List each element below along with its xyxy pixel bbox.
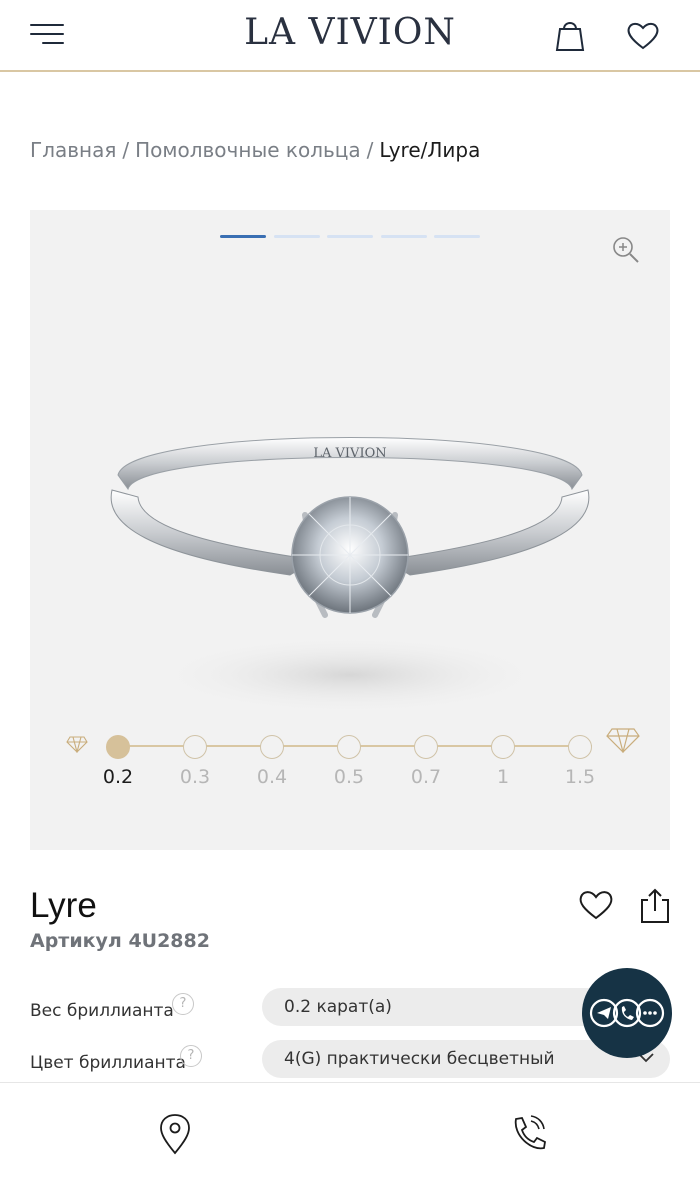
question-icon[interactable]: ? xyxy=(172,993,194,1015)
slide-dot[interactable] xyxy=(327,235,373,238)
diamond-color-label: Цвет бриллианта xyxy=(30,1053,186,1073)
carat-label: 1 xyxy=(496,766,510,788)
location-pin-icon[interactable] xyxy=(155,1113,195,1157)
shopping-bag-icon[interactable] xyxy=(550,16,590,56)
carat-option-0-7[interactable] xyxy=(414,735,438,759)
chat-button[interactable] xyxy=(582,968,672,1058)
slide-dot[interactable] xyxy=(381,235,427,238)
diamond-color-value: 4(G) практически бесцветный xyxy=(284,1049,555,1069)
breadcrumb-separator: / xyxy=(366,138,374,162)
ring-image: LA VIVION xyxy=(110,437,590,715)
carat-option-0-3[interactable] xyxy=(183,735,207,759)
phone-icon[interactable] xyxy=(507,1113,547,1157)
ring-engraving: LA VIVION xyxy=(313,446,386,461)
messenger-icons xyxy=(589,998,665,1028)
breadcrumb-current: Lyre/Лира xyxy=(379,138,481,162)
header: LA VIVION xyxy=(0,0,700,72)
carat-label: 0.5 xyxy=(333,766,365,788)
small-diamond-icon xyxy=(66,736,88,753)
large-diamond-icon xyxy=(606,728,640,753)
slide-dot[interactable] xyxy=(220,235,266,238)
heart-outline-icon[interactable] xyxy=(576,885,616,925)
carat-option-0-2[interactable] xyxy=(106,735,130,759)
carat-label: 0.3 xyxy=(179,766,211,788)
slide-indicators xyxy=(220,235,484,239)
carat-selector: 0.2 0.3 0.4 0.5 0.7 1 1.5 xyxy=(30,715,670,795)
diamond-weight-label: Вес бриллианта xyxy=(30,1001,174,1021)
question-icon[interactable]: ? xyxy=(180,1045,202,1067)
product-sku: Артикул 4U2882 xyxy=(30,930,210,952)
breadcrumb-engagement-rings[interactable]: Помолвочные кольца xyxy=(135,138,361,162)
carat-option-1[interactable] xyxy=(491,735,515,759)
carat-option-1-5[interactable] xyxy=(568,735,592,759)
carat-label: 0.2 xyxy=(102,766,134,788)
carat-label: 0.7 xyxy=(410,766,442,788)
carat-label: 0.4 xyxy=(256,766,288,788)
diamond-weight-value: 0.2 карат(а) xyxy=(284,997,392,1017)
logo[interactable]: LA VIVION xyxy=(0,12,700,53)
slide-dot[interactable] xyxy=(434,235,480,238)
carat-option-0-4[interactable] xyxy=(260,735,284,759)
carat-option-0-5[interactable] xyxy=(337,735,361,759)
breadcrumb: Главная / Помолвочные кольца / Lyre/Лира xyxy=(30,138,480,162)
breadcrumb-separator: / xyxy=(122,138,130,162)
bottom-bar xyxy=(0,1082,700,1178)
heart-icon[interactable] xyxy=(623,16,663,56)
product-title: Lyre xyxy=(30,886,97,925)
breadcrumb-home[interactable]: Главная xyxy=(30,138,116,162)
slide-dot[interactable] xyxy=(274,235,320,238)
zoom-in-icon[interactable] xyxy=(610,234,642,266)
carat-label: 1.5 xyxy=(564,766,596,788)
share-icon[interactable] xyxy=(636,886,674,926)
